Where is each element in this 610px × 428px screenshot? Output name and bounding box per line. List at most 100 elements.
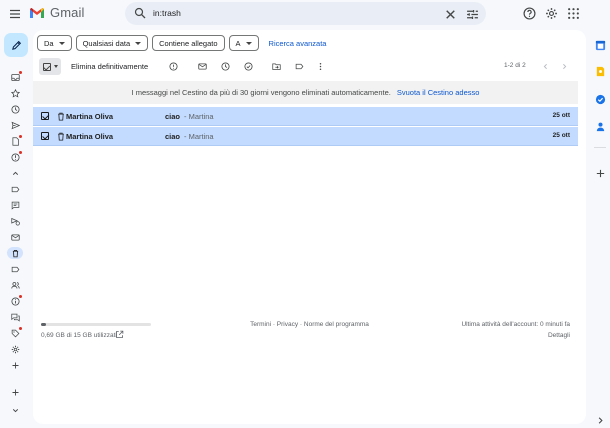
move-to-button[interactable] <box>271 61 282 72</box>
snooze-button[interactable] <box>220 61 231 72</box>
gmail-wordmark: Gmail <box>50 5 85 20</box>
rail-snoozed[interactable] <box>8 103 22 115</box>
search-input[interactable]: in:trash <box>153 8 181 18</box>
rail-promotions[interactable] <box>8 327 22 339</box>
chevron-down-icon <box>53 65 58 68</box>
more-vert-icon <box>319 62 322 71</box>
rail-manage-labels[interactable] <box>8 343 22 355</box>
message-subject: ciao <box>165 132 181 141</box>
gear-icon <box>545 7 557 19</box>
older-button[interactable] <box>559 61 570 72</box>
rail-sent[interactable] <box>8 119 22 131</box>
chip-label: Qualsiasi data <box>82 38 131 48</box>
mail-icon <box>198 63 207 70</box>
pencil-icon <box>11 40 21 50</box>
row-checkbox[interactable] <box>41 132 49 140</box>
newer-button[interactable] <box>540 61 551 72</box>
search-bar[interactable]: in:trash <box>125 2 486 25</box>
star-icon <box>10 88 20 98</box>
not-spam-button[interactable] <box>168 61 179 72</box>
rail-labels[interactable] <box>8 183 22 195</box>
plus-icon <box>12 362 18 368</box>
close-icon <box>445 9 455 19</box>
rail-categories[interactable] <box>8 263 22 275</box>
trash-icon <box>56 111 65 121</box>
trash-icon <box>56 131 65 141</box>
message-date: 25 ott <box>552 132 570 139</box>
open-in-new-icon[interactable] <box>115 330 124 339</box>
mark-unread-button[interactable] <box>197 61 208 72</box>
rail-expand[interactable] <box>8 404 22 416</box>
keep-app-button[interactable] <box>594 65 606 77</box>
tune-icon <box>466 9 478 19</box>
side-panel <box>589 30 610 428</box>
search-options-button[interactable] <box>465 7 479 21</box>
tag-icon <box>11 329 19 337</box>
rail-starred[interactable] <box>8 87 22 99</box>
empty-trash-link[interactable]: Svuota il Cestino adesso <box>397 88 480 97</box>
filter-to-chip[interactable]: A <box>228 35 259 51</box>
rail-add[interactable] <box>8 386 22 398</box>
checkbox-checked-icon <box>42 62 51 71</box>
main-menu-button[interactable] <box>7 6 23 22</box>
report-icon <box>169 62 178 71</box>
search-icon[interactable] <box>134 7 146 19</box>
chevron-down-icon <box>12 408 18 412</box>
chevron-down-icon <box>245 41 252 45</box>
select-all-checkbox[interactable] <box>39 58 61 75</box>
tasks-app-button[interactable] <box>594 93 606 105</box>
delete-forever-button[interactable]: Elimina definitivamente <box>71 62 148 71</box>
chevron-up-icon <box>12 171 18 175</box>
gmail-logo[interactable]: Gmail <box>29 5 84 20</box>
message-snippet: - Martina <box>184 132 214 141</box>
rail-drafts[interactable] <box>8 135 22 147</box>
rail-important[interactable] <box>8 151 22 163</box>
calendar-app-button[interactable] <box>594 39 606 51</box>
important-icon <box>10 152 20 162</box>
rail-trash[interactable] <box>7 247 23 259</box>
clear-search-button[interactable] <box>443 7 457 21</box>
rail-updates[interactable] <box>8 295 22 307</box>
message-sender: Martina Oliva <box>66 132 114 141</box>
scheduled-send-icon <box>10 217 20 225</box>
support-button[interactable] <box>522 6 536 20</box>
get-addons-button[interactable] <box>594 167 606 179</box>
chip-label: Contiene allegato <box>159 38 218 48</box>
hamburger-icon <box>10 9 20 19</box>
clock-icon <box>221 62 230 71</box>
rail-chats[interactable] <box>8 199 22 211</box>
notification-dot <box>19 71 22 74</box>
rail-inbox[interactable] <box>8 71 22 83</box>
chat-icon <box>11 201 19 210</box>
labels-button[interactable] <box>294 61 305 72</box>
google-apps-button[interactable] <box>566 6 580 20</box>
label-outline-icon <box>11 266 19 272</box>
rail-collapse[interactable] <box>8 167 22 179</box>
search-filters: Da Qualsiasi data Contiene allegato A Ri… <box>37 35 326 51</box>
label-icon <box>11 186 19 192</box>
rail-create-label[interactable] <box>8 359 22 371</box>
settings-button[interactable] <box>544 6 558 20</box>
compose-button[interactable] <box>4 33 28 57</box>
filter-date-chip[interactable]: Qualsiasi data <box>75 35 149 51</box>
advanced-search-link[interactable]: Ricerca avanzata <box>269 39 327 48</box>
more-actions-button[interactable] <box>315 61 326 72</box>
table-row[interactable]: Martina Oliva ciao - Martina 25 ott <box>33 127 578 146</box>
filter-attachment-chip[interactable]: Contiene allegato <box>152 35 225 51</box>
gmail-m-icon <box>30 7 44 18</box>
row-checkbox[interactable] <box>41 112 49 120</box>
plus-icon <box>596 169 604 177</box>
show-side-panel-button[interactable] <box>594 414 606 426</box>
filter-from-chip[interactable]: Da <box>37 35 72 51</box>
rail-forums[interactable] <box>8 311 22 323</box>
rail-social[interactable] <box>8 279 22 291</box>
rail-scheduled[interactable] <box>8 215 22 227</box>
last-activity-text: Ultima attività dell'account: 0 minuti f… <box>461 321 570 328</box>
contacts-app-button[interactable] <box>594 120 606 132</box>
table-row[interactable]: Martina Oliva ciao - Martina 25 ott <box>33 107 578 126</box>
info-icon <box>10 296 20 306</box>
rail-all-mail[interactable] <box>8 231 22 243</box>
add-to-tasks-button[interactable] <box>243 61 254 72</box>
details-link[interactable]: Dettagli <box>548 332 570 339</box>
chevron-down-icon <box>58 41 65 45</box>
